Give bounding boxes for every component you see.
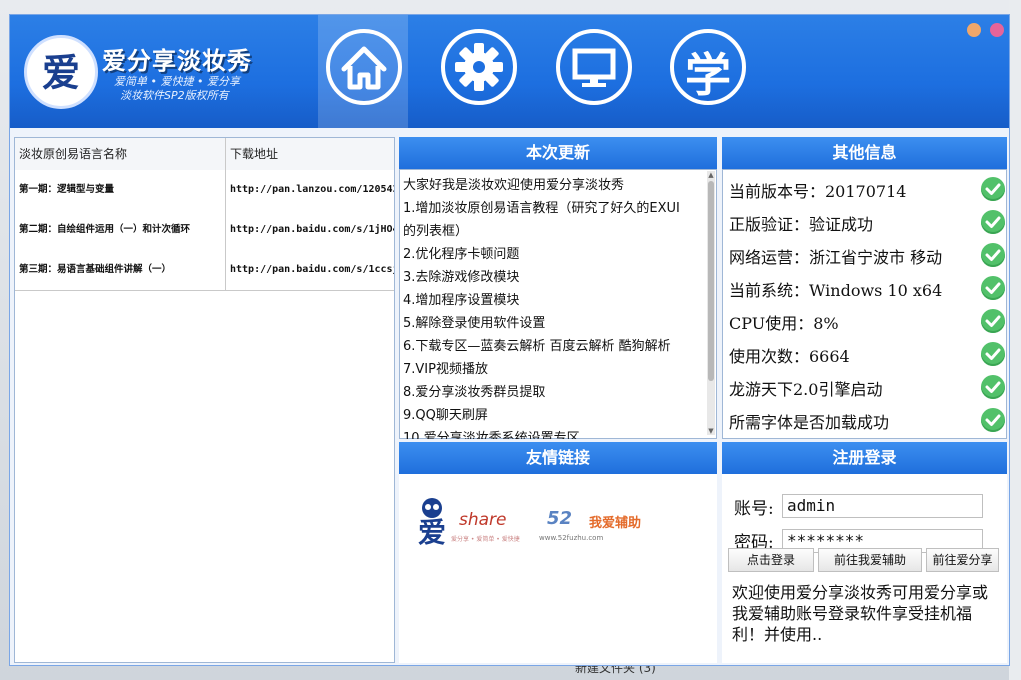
check-circle-icon (981, 243, 1005, 267)
tutorial-table: 淡妆原创易语言名称 下载地址 第一期：逻辑型与变量 http://pan.lan… (14, 137, 395, 663)
account-label: 账号: (734, 499, 774, 519)
info-fonts: 所需字体是否加载成功 (729, 413, 890, 432)
update-line: 6.下载专区—蓝奏云解析 百度云解析 酷狗解析 (403, 339, 671, 354)
welcome-message: 欢迎使用爱分享淡妆秀可用爱分享或我爱辅助账号登录软件享受挂机福利！并使用.. (732, 583, 989, 644)
share-link-logo[interactable]: 爱 (409, 494, 455, 556)
info-system: 当前系统：Windows 10 x64 (729, 281, 943, 300)
goto-52fuzhu-button[interactable]: 前往我爱辅助 (818, 548, 922, 572)
login-title: 注册登录 (722, 442, 1007, 474)
close-button[interactable] (990, 23, 1004, 37)
tutorial-url[interactable]: http://pan.baidu.com/s/1jHO4 (225, 210, 394, 250)
tutorial-url[interactable]: http://pan.baidu.com/s/1ccsjc (225, 250, 394, 290)
check-circle-icon (981, 375, 1005, 399)
info-row: 当前系统：Windows 10 x64 (729, 273, 1005, 306)
app-window: 爱 爱分享淡妆秀 爱简单 • 爱快捷 • 爱分享 淡妆软件SP2版权所有 学 淡… (9, 14, 1010, 666)
minimize-button[interactable] (967, 23, 981, 37)
nav-home-button[interactable] (318, 15, 408, 128)
info-row: 龙游天下2.0引擎启动 (729, 372, 1005, 405)
table-header: 淡妆原创易语言名称 下载地址 (15, 138, 394, 171)
update-line: 4.增加程序设置模块 (403, 293, 520, 308)
info-cpu: CPU使用：8% (729, 314, 839, 333)
updates-list[interactable]: 大家好我是淡妆欢迎使用爱分享淡妆秀 1.增加淡妆原创易语言教程（研究了好久的EX… (399, 169, 717, 439)
scroll-up-icon[interactable]: ▲ (707, 171, 715, 179)
home-icon (341, 46, 387, 90)
app-header: 爱 爱分享淡妆秀 爱简单 • 爱快捷 • 爱分享 淡妆软件SP2版权所有 学 (10, 15, 1009, 128)
links-panel: 爱 share 爱分享 • 爱简单 • 爱快捷 52 我爱辅助 www.52fu… (399, 474, 717, 663)
table-row[interactable]: 第三期：易语言基础组件讲解（一） http://pan.baidu.com/s/… (15, 250, 394, 291)
account-field[interactable]: admin (782, 494, 983, 518)
update-line: 10.爱分享淡妆秀系统设置专区 (403, 431, 580, 439)
info-engine: 龙游天下2.0引擎启动 (729, 380, 883, 399)
info-row: 当前版本号：20170714 (729, 174, 1005, 207)
goto-share-button[interactable]: 前往爱分享 (926, 548, 999, 572)
update-line: 7.VIP视频播放 (403, 362, 488, 377)
table-row[interactable]: 第一期：逻辑型与变量 http://pan.lanzou.com/120543 (15, 170, 394, 211)
share-link-subtitle: 爱分享 • 爱简单 • 爱快捷 (451, 536, 520, 543)
tutorial-url[interactable]: http://pan.lanzou.com/120543 (225, 170, 394, 210)
site52-number[interactable]: 52 (547, 508, 572, 529)
tutorial-name: 第一期：逻辑型与变量 (19, 184, 115, 195)
info-version: 当前版本号：20170714 (729, 182, 907, 201)
update-line: 5.解除登录使用软件设置 (403, 316, 546, 331)
monitor-icon (572, 48, 616, 87)
tutorial-name: 第三期：易语言基础组件讲解（一） (19, 264, 172, 275)
table-row[interactable]: 第二期：自绘组件运用（一）和计次循环 http://pan.baidu.com/… (15, 210, 394, 251)
svg-text:爱: 爱 (418, 516, 446, 549)
share-mascot-icon: 爱 (418, 498, 446, 549)
info-row: 网络运营：浙江省宁波市 移动 (729, 240, 1005, 273)
updates-scrollbar[interactable]: ▲ ▼ (707, 171, 715, 435)
update-line: 8.爱分享淡妆秀群员提取 (403, 385, 546, 400)
login-button[interactable]: 点击登录 (728, 548, 814, 572)
column-header-name: 淡妆原创易语言名称 (19, 147, 128, 161)
update-line: 1.增加淡妆原创易语言教程（研究了好久的EXUI (403, 201, 680, 216)
gear-icon (455, 43, 503, 91)
login-panel: 账号: admin 密码: ******** 点击登录 前往我爱辅助 前往爱分享… (722, 474, 1007, 663)
check-circle-icon (981, 342, 1005, 366)
info-network: 网络运营：浙江省宁波市 移动 (729, 248, 943, 267)
site52-name[interactable]: 我爱辅助 (589, 512, 641, 531)
update-line: 3.去除游戏修改模块 (403, 270, 520, 285)
info-row: 使用次数：6664 (729, 339, 1005, 372)
update-line: 2.优化程序卡顿问题 (403, 247, 520, 262)
info-verification: 正版验证：验证成功 (729, 215, 874, 234)
brand-title: 爱分享淡妆秀 (102, 46, 252, 75)
check-circle-icon (981, 309, 1005, 333)
update-line: 的列表框） (403, 224, 469, 239)
nav-learn-button[interactable]: 学 (662, 15, 752, 128)
scroll-thumb[interactable] (708, 181, 714, 381)
update-line: 大家好我是淡妆欢迎使用爱分享淡妆秀 (403, 178, 625, 193)
links-title: 友情链接 (399, 442, 717, 474)
site52-url: www.52fuzhu.com (539, 534, 604, 542)
update-line: 9.QQ聊天刷屏 (403, 408, 488, 423)
column-header-url: 下载地址 (225, 138, 394, 170)
check-circle-icon (981, 408, 1005, 432)
tutorial-name: 第二期：自绘组件运用（一）和计次循环 (19, 224, 191, 235)
logo-glyph: 爱 (42, 50, 80, 95)
brand-logo: 爱 (24, 35, 98, 109)
nav-system-button[interactable] (548, 15, 638, 128)
info-row: 所需字体是否加载成功 (729, 405, 1005, 438)
updates-title: 本次更新 (399, 137, 717, 169)
learn-icon: 学 (685, 48, 731, 102)
brand-copyright: 淡妆软件SP2版权所有 (120, 89, 229, 102)
check-circle-icon (981, 177, 1005, 201)
check-circle-icon (981, 210, 1005, 234)
info-usage-count: 使用次数：6664 (729, 347, 850, 366)
scroll-down-icon[interactable]: ▼ (707, 427, 715, 435)
other-info-title: 其他信息 (722, 137, 1007, 169)
check-circle-icon (981, 276, 1005, 300)
other-info-panel: 当前版本号：20170714 正版验证：验证成功 网络运营：浙江省宁波市 移动 … (722, 169, 1007, 439)
info-row: 正版验证：验证成功 (729, 207, 1005, 240)
info-row: CPU使用：8% (729, 306, 1005, 339)
share-link-text[interactable]: share (459, 510, 507, 530)
nav-settings-button[interactable] (433, 15, 523, 128)
background-window-edge (1009, 0, 1021, 680)
